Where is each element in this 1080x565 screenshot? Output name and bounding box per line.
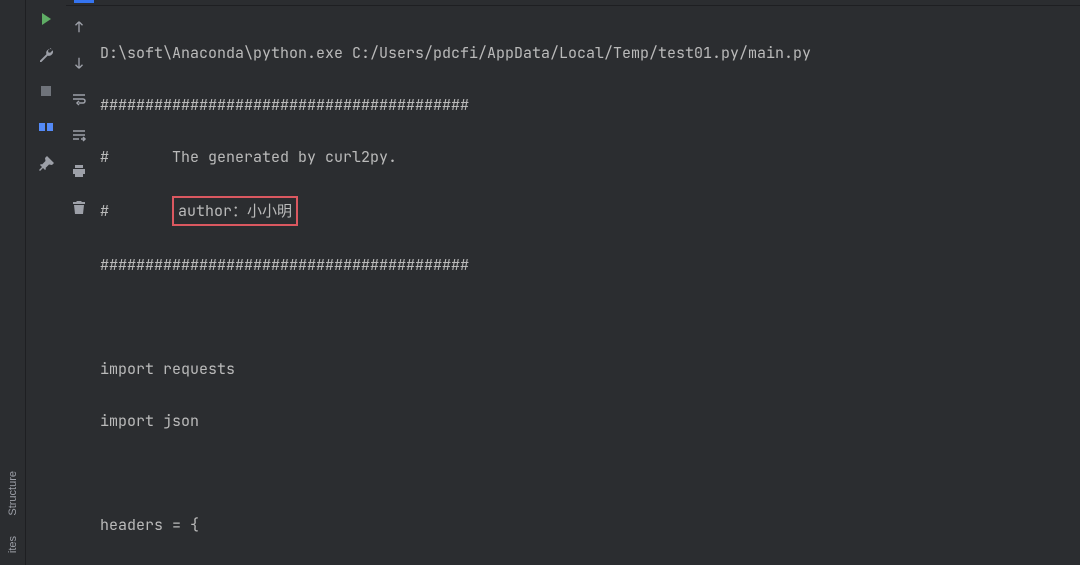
scroll-to-end-icon[interactable] [70,126,88,144]
structure-label: Structure [7,471,19,516]
pin-icon[interactable] [37,154,55,172]
layout-icon[interactable] [37,118,55,136]
run-icon[interactable] [37,10,55,28]
author-line: # author：小小明 [100,196,1076,226]
hash-line-1: ########################################… [100,92,1076,118]
up-arrow-icon[interactable] [70,18,88,36]
wrench-icon[interactable] [37,46,55,64]
run-toolbar [26,0,66,565]
favorites-label: ites [7,536,19,553]
import-requests: import requests [100,356,1076,382]
down-arrow-icon[interactable] [70,54,88,72]
structure-tool-button[interactable]: Structure [7,463,19,524]
stop-icon[interactable] [37,82,55,100]
favorites-tool-button[interactable]: ites [7,528,19,561]
console-active-tab[interactable] [74,0,94,3]
soft-wrap-icon[interactable] [70,90,88,108]
generated-line: # The generated by curl2py. [100,144,1076,170]
console-area: D:\soft\Anaconda\python.exe C:/Users/pdc… [66,0,1080,565]
console-output[interactable]: D:\soft\Anaconda\python.exe C:/Users/pdc… [92,6,1080,565]
trash-icon[interactable] [70,198,88,216]
headers-open: headers = { [100,512,1076,538]
left-sidebar: Structure ites [0,0,26,565]
print-icon[interactable] [70,162,88,180]
hash-line-2: ########################################… [100,252,1076,278]
console-controls [66,6,92,565]
command-line: D:\soft\Anaconda\python.exe C:/Users/pdc… [100,40,1076,66]
blank-line [100,460,1076,486]
author-highlight: author：小小明 [172,196,298,226]
blank-line [100,304,1076,330]
import-json: import json [100,408,1076,434]
